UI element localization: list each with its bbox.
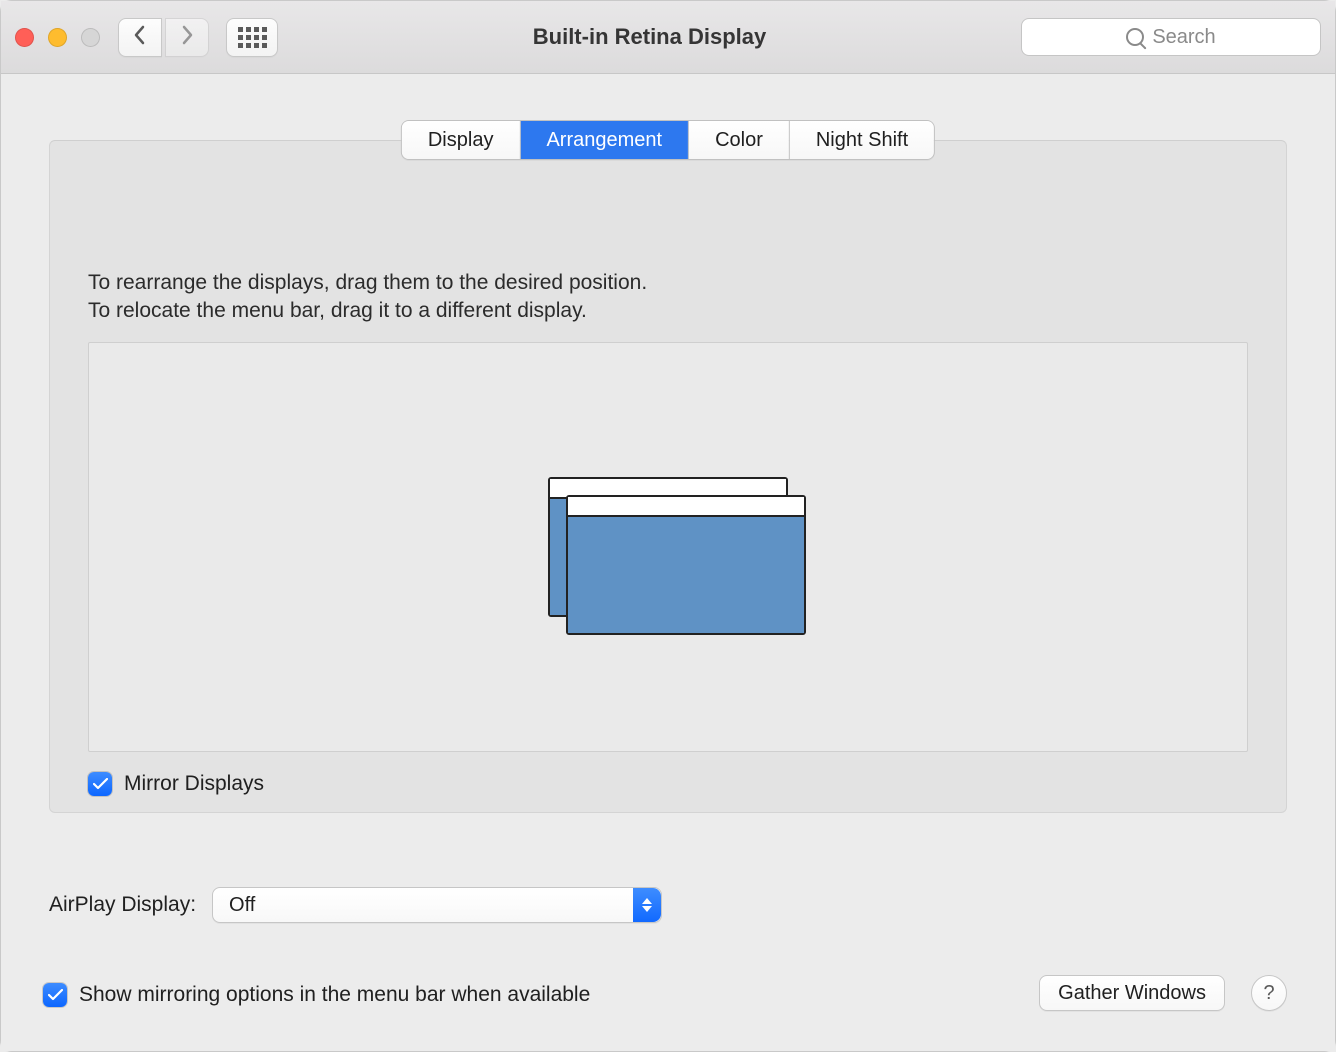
help-icon: ? — [1263, 982, 1274, 1005]
instruction-line-1: To rearrange the displays, drag them to … — [88, 269, 1248, 297]
instruction-line-2: To relocate the menu bar, drag it to a d… — [88, 297, 1248, 325]
chevron-left-icon — [133, 25, 147, 50]
forward-button[interactable] — [165, 18, 209, 57]
airplay-display-select[interactable]: Off — [212, 887, 662, 923]
grid-icon — [238, 27, 267, 48]
arrangement-panel: To rearrange the displays, drag them to … — [49, 140, 1287, 813]
history-nav — [118, 18, 209, 57]
tab-arrangement[interactable]: Arrangement — [520, 121, 689, 159]
titlebar: Built-in Retina Display Search — [1, 1, 1335, 74]
select-stepper-icon — [633, 888, 661, 922]
airplay-display-value: Off — [229, 894, 255, 917]
search-field[interactable]: Search — [1021, 18, 1321, 56]
primary-display-tile[interactable] — [566, 495, 806, 635]
arrangement-instructions: To rearrange the displays, drag them to … — [88, 269, 1248, 326]
check-icon — [48, 983, 63, 1007]
minimize-window-button[interactable] — [48, 28, 67, 47]
close-window-button[interactable] — [15, 28, 34, 47]
check-icon — [93, 772, 108, 796]
airplay-display-label: AirPlay Display: — [49, 893, 196, 917]
help-button[interactable]: ? — [1251, 975, 1287, 1011]
menu-bar-handle[interactable] — [568, 497, 804, 517]
show-mirroring-options-checkbox[interactable] — [43, 983, 67, 1007]
content: Display Arrangement Color Night Shift To… — [1, 74, 1335, 1051]
chevron-right-icon — [180, 25, 194, 50]
back-button[interactable] — [118, 18, 162, 57]
displays-preferences-window: Built-in Retina Display Search Display A… — [0, 0, 1336, 1052]
display-stack — [548, 477, 788, 617]
tab-bar: Display Arrangement Color Night Shift — [401, 120, 935, 160]
search-placeholder: Search — [1152, 26, 1215, 49]
mirror-displays-checkbox[interactable] — [88, 772, 112, 796]
show-mirroring-options-label: Show mirroring options in the menu bar w… — [79, 983, 590, 1007]
mirror-displays-label: Mirror Displays — [124, 772, 264, 796]
window-controls — [15, 28, 100, 47]
show-all-prefs-button[interactable] — [226, 18, 278, 57]
display-arrangement-canvas[interactable] — [88, 342, 1248, 752]
tab-display[interactable]: Display — [402, 121, 521, 159]
tab-color[interactable]: Color — [689, 121, 790, 159]
gather-windows-button[interactable]: Gather Windows — [1039, 975, 1225, 1011]
window-title: Built-in Retina Display — [278, 24, 1021, 50]
search-icon — [1126, 28, 1144, 46]
display-body — [568, 517, 804, 633]
zoom-window-button — [81, 28, 100, 47]
tab-night-shift[interactable]: Night Shift — [790, 121, 934, 159]
